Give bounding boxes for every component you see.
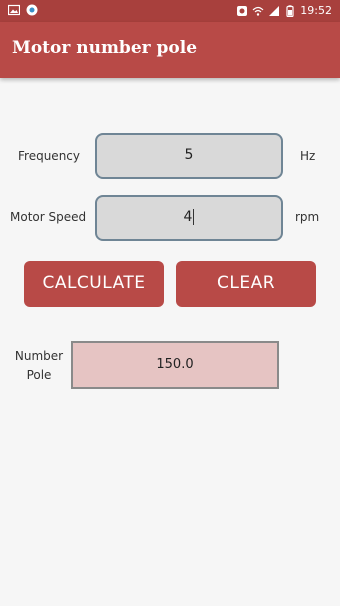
frequency-label: Frequency xyxy=(18,149,80,163)
gallery-icon xyxy=(7,4,21,16)
status-left-icons xyxy=(7,4,38,16)
app-bar: Motor number pole xyxy=(0,22,340,78)
number-pole-label-line2: Pole xyxy=(26,368,52,382)
chat-icon xyxy=(26,4,38,16)
wifi-icon xyxy=(252,5,264,17)
motor-speed-unit: rpm xyxy=(295,210,320,224)
signal-icon xyxy=(268,5,280,17)
status-right-icons: 19:52 xyxy=(236,4,332,17)
text-cursor xyxy=(193,209,195,225)
number-pole-label: Number Pole xyxy=(8,347,70,385)
frequency-unit: Hz xyxy=(300,149,316,163)
motor-speed-input[interactable]: 4 xyxy=(95,195,283,241)
app-title: Motor number pole xyxy=(12,38,198,58)
frequency-input[interactable]: 5 xyxy=(95,133,283,179)
motor-speed-value: 4 xyxy=(183,209,193,225)
calculate-button[interactable]: CALCULATE xyxy=(24,261,164,307)
clear-button[interactable]: CLEAR xyxy=(176,261,316,307)
number-pole-label-line1: Number xyxy=(14,349,64,363)
battery-icon xyxy=(284,4,296,17)
alarm-icon xyxy=(236,5,248,17)
frequency-value: 5 xyxy=(184,147,194,163)
status-bar: 19:52 xyxy=(0,0,340,22)
motor-speed-label: Motor Speed xyxy=(10,210,87,224)
status-time: 19:52 xyxy=(300,4,332,17)
number-pole-result: 150.0 xyxy=(71,341,279,389)
